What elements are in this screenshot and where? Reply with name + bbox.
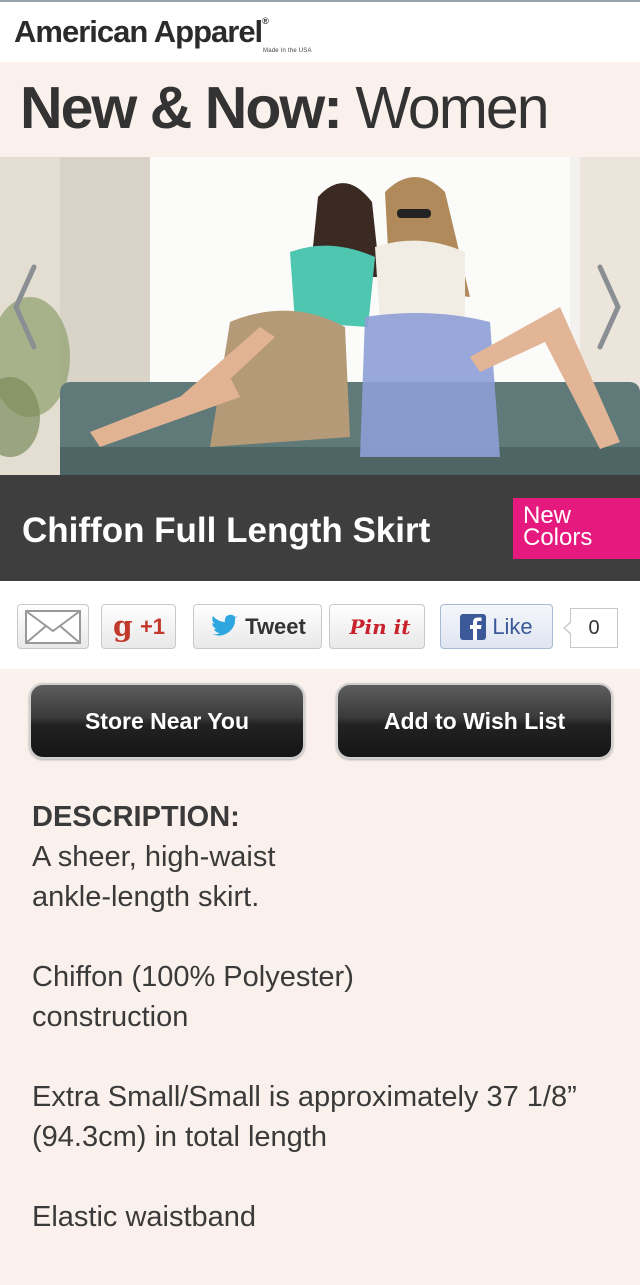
- description-paragraph: Chiffon (100% Polyester) construction: [32, 961, 354, 1033]
- next-arrow[interactable]: [588, 257, 628, 357]
- product-title-bar: Chiffon Full Length Skirt New Colors: [0, 475, 640, 581]
- description-paragraph: Extra Small/Small is approximately 37 1/…: [32, 1081, 577, 1153]
- site-header: American Apparel® Made In the USA: [0, 0, 640, 62]
- description-paragraph: Elastic waistband: [32, 1201, 257, 1233]
- brand-logo[interactable]: American Apparel®: [14, 14, 269, 50]
- tweet-label: Tweet: [245, 613, 306, 639]
- google-plus-label: +1: [139, 613, 166, 639]
- description-heading: DESCRIPTION:: [32, 801, 240, 833]
- brand-name: American Apparel: [14, 14, 263, 49]
- svg-text:g: g: [113, 612, 133, 642]
- chevron-left-icon: [13, 264, 37, 350]
- product-title: Chiffon Full Length Skirt: [22, 511, 431, 550]
- page-title: New & Now: Women: [20, 74, 550, 142]
- twitter-bird-icon: [212, 614, 239, 636]
- store-near-you-button[interactable]: Store Near You: [29, 683, 305, 759]
- pin-it-label: Pin it: [349, 614, 411, 639]
- share-bar: g +1 Tweet Pin it Like 0: [0, 581, 640, 669]
- previous-arrow[interactable]: [6, 257, 46, 357]
- add-to-wish-list-button[interactable]: Add to Wish List: [336, 683, 613, 759]
- new-colors-badge: New Colors: [513, 498, 640, 559]
- facebook-icon: [460, 613, 487, 640]
- brand-tagline: Made In the USA: [263, 48, 312, 54]
- chevron-right-icon: [597, 264, 621, 350]
- page-title-bold: New & Now:: [20, 75, 343, 141]
- email-share-button[interactable]: [17, 604, 89, 649]
- hero-photo: [0, 157, 640, 475]
- facebook-like-button[interactable]: Like: [440, 604, 553, 649]
- product-hero-image: [0, 157, 640, 475]
- facebook-like-label: Like: [492, 613, 533, 639]
- product-description: DESCRIPTION: A sheer, high-waist ankle-l…: [32, 797, 622, 1277]
- page-title-light: Women: [355, 75, 549, 141]
- mail-icon: [25, 609, 81, 644]
- google-plus-icon: g: [113, 612, 133, 642]
- pin-it-button[interactable]: Pin it: [329, 604, 425, 649]
- description-paragraph: A sheer, high-waist ankle-length skirt.: [32, 841, 276, 913]
- like-count: 0: [563, 608, 618, 648]
- google-plus-button[interactable]: g +1: [101, 604, 176, 649]
- tweet-button[interactable]: Tweet: [193, 604, 322, 649]
